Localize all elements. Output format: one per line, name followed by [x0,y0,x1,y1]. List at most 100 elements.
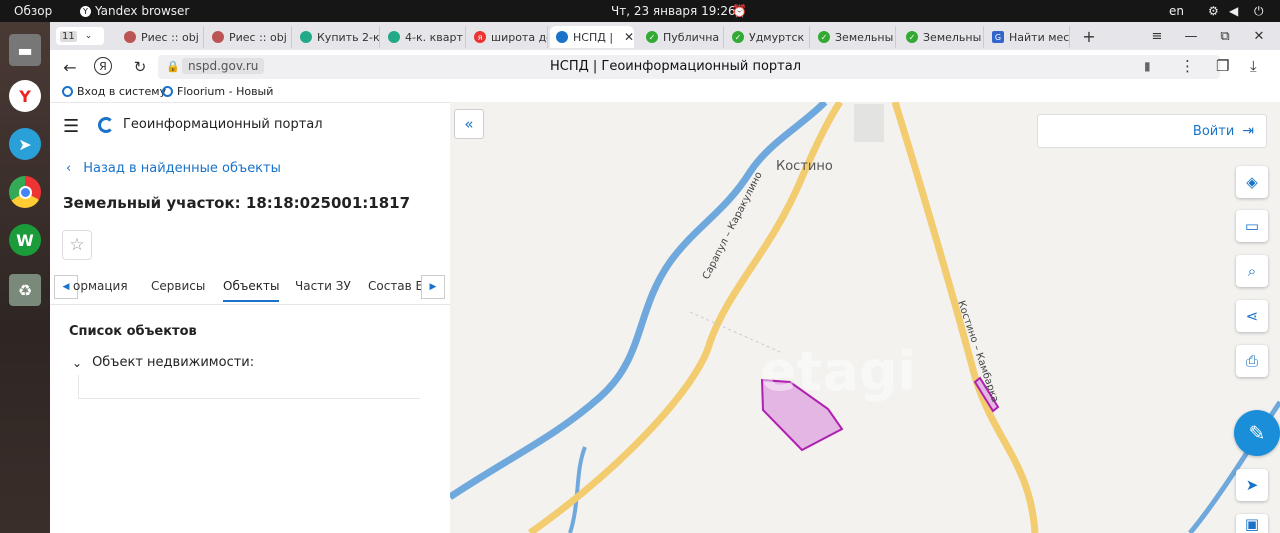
buildings-shape [854,104,884,142]
yandex-browser-icon[interactable]: Y [9,80,41,112]
object-title: Земельный участок: 18:18:025001:1817 [63,194,410,212]
star-icon[interactable]: ☆ [62,230,92,260]
alarm-icon: ⏰ [732,4,747,18]
river-shape [450,102,828,500]
print-button[interactable]: ⎙ [1236,345,1268,377]
bookmark-item[interactable]: Floorium - Новый [162,85,273,98]
tab[interactable]: G Найти мес [986,26,1070,48]
tab-favicon: ✓ [646,31,658,43]
restore-button[interactable]: ⧉ [1216,27,1234,45]
tab-favicon: G [992,31,1004,43]
tab-strip: ◀ ормация Сервисы Объекты Части ЗУ Соста… [50,271,450,305]
reload-icon[interactable]: ↻ [130,57,150,77]
clock[interactable]: Чт, 23 января 19:26 [611,4,736,18]
back-link-label: Назад в найденные объекты [83,161,281,176]
network-icon[interactable]: ⚙ [1208,4,1219,18]
volume-icon[interactable]: ◀ [1229,4,1238,18]
map-watermark: etagi [760,340,916,403]
more-options-icon[interactable]: ⋮ [1180,57,1195,75]
tab[interactable]: я широта до [468,26,548,48]
tab-label: Найти мес [1009,30,1070,44]
minimize-button[interactable]: — [1182,27,1200,45]
tab-composition[interactable]: Состав ЕЗ [368,279,424,293]
address-bar-row: ← Я ↻ 🔒 nspd.gov.ru НСПД | Геоинформацио… [50,50,1280,84]
tab-favicon [556,31,568,43]
tab-favicon [388,31,400,43]
tab[interactable]: ✓ Публична [640,26,724,48]
chevron-down-icon: ⌄ [72,355,83,370]
collections-icon[interactable]: ❐ [1216,57,1229,75]
measure-button[interactable]: ▭ [1236,210,1268,242]
whatsapp-icon[interactable]: W [9,224,41,256]
active-app-menu[interactable]: Y Yandex browser [80,4,189,18]
tab-services[interactable]: Сервисы [151,279,205,293]
hamburger-menu-icon[interactable]: ☰ [63,116,79,137]
tab[interactable]: Риес :: obj [206,26,292,48]
tab-label: Удмуртск [749,30,805,44]
close-window-button[interactable]: ✕ [1250,27,1268,45]
bookmark-favicon-icon [162,86,173,97]
portal-logo-icon [98,117,114,133]
back-link[interactable]: ‹ Назад в найденные объекты [66,161,281,176]
files-icon[interactable]: ▬ [9,34,41,66]
locate-button[interactable]: ➤ [1236,469,1268,501]
info-panel: ☰ Геоинформационный портал ‹ Назад в найд… [50,102,450,533]
login-label: Войти [1192,123,1235,139]
list-title: Список объектов [69,324,197,339]
tab-active[interactable]: НСПД | ✕ [550,26,634,48]
area-search-button[interactable]: ⌕ [1236,255,1268,287]
section-content [78,375,420,399]
login-button[interactable]: Войти ⇥ [1037,114,1267,148]
tab-favicon [212,31,224,43]
tab-label: широта до [491,30,548,44]
tab-counter[interactable]: 11 ⌄ [56,27,104,45]
tab[interactable]: Риес :: obj [118,26,204,48]
tab-label: 4-к. кварт [405,30,463,44]
share-button[interactable]: ⋖ [1236,300,1268,332]
share-icon: ⋖ [1245,307,1259,325]
tab[interactable]: ✓ Земельны [812,26,896,48]
bookmark-label: Вход в систему [77,85,167,98]
collapse-panel-button[interactable]: « [454,109,484,139]
power-icon[interactable]: ⏻ [1254,4,1264,19]
layers-icon: ◈ [1246,173,1258,191]
telegram-icon[interactable]: ➤ [9,128,41,160]
tab[interactable]: Купить 2-к [294,26,380,48]
assistant-button[interactable]: ✎ [1234,410,1280,456]
tab[interactable]: ✓ Земельны [900,26,984,48]
tab-information[interactable]: ормация [73,279,128,293]
bookmark-item[interactable]: Вход в систему [62,85,166,98]
tab-favicon [124,31,136,43]
chrome-icon[interactable] [9,176,41,208]
yandex-home-icon[interactable]: Я [94,57,112,75]
tab-parts[interactable]: Части ЗУ [295,279,351,293]
new-tab-button[interactable]: + [1080,27,1098,46]
system-top-bar: Обзор Y Yandex browser Чт, 23 января 19:… [0,0,1280,22]
bookmarks-bar: Вход в систему Floorium - Новый [50,84,1280,102]
bookmark-icon[interactable]: ▮ [1144,59,1151,73]
tab[interactable]: ✓ Удмуртск [726,26,810,48]
ruler-icon: ▭ [1244,217,1260,235]
overview-button[interactable]: Обзор [14,4,52,18]
menu-icon[interactable]: ≡ [1148,27,1166,45]
tab[interactable]: 4-к. кварт [382,26,466,48]
address-field[interactable]: 🔒 nspd.gov.ru НСПД | Геоинформационный п… [158,55,1220,79]
close-tab-icon[interactable]: ✕ [624,30,634,44]
tab-label: Земельны [835,30,894,44]
keyboard-language[interactable]: en [1169,4,1184,18]
section-label: Объект недвижимости: [92,355,255,370]
lock-icon[interactable]: 🔒 [166,60,180,73]
downloads-icon[interactable]: ⤓ [1250,57,1257,75]
village-label: Костино [776,159,833,174]
map-canvas[interactable]: etagi Костино Сарапул – Каракулино Кости… [450,102,1280,533]
layers-button[interactable]: ◈ [1236,166,1268,198]
map-tool-button[interactable]: ▣ [1236,514,1268,533]
tab-objects[interactable]: Объекты [223,279,280,302]
scroll-right-button[interactable]: ▶ [421,275,445,299]
trash-icon[interactable]: ♻ [9,274,41,306]
tab-favicon: ✓ [818,31,830,43]
back-arrow-icon[interactable]: ← [60,57,80,77]
map-view[interactable]: etagi Костино Сарапул – Каракулино Кости… [450,102,1280,533]
url-text: nspd.gov.ru [182,58,265,74]
section-header[interactable]: ⌄ Объект недвижимости: [72,355,254,370]
